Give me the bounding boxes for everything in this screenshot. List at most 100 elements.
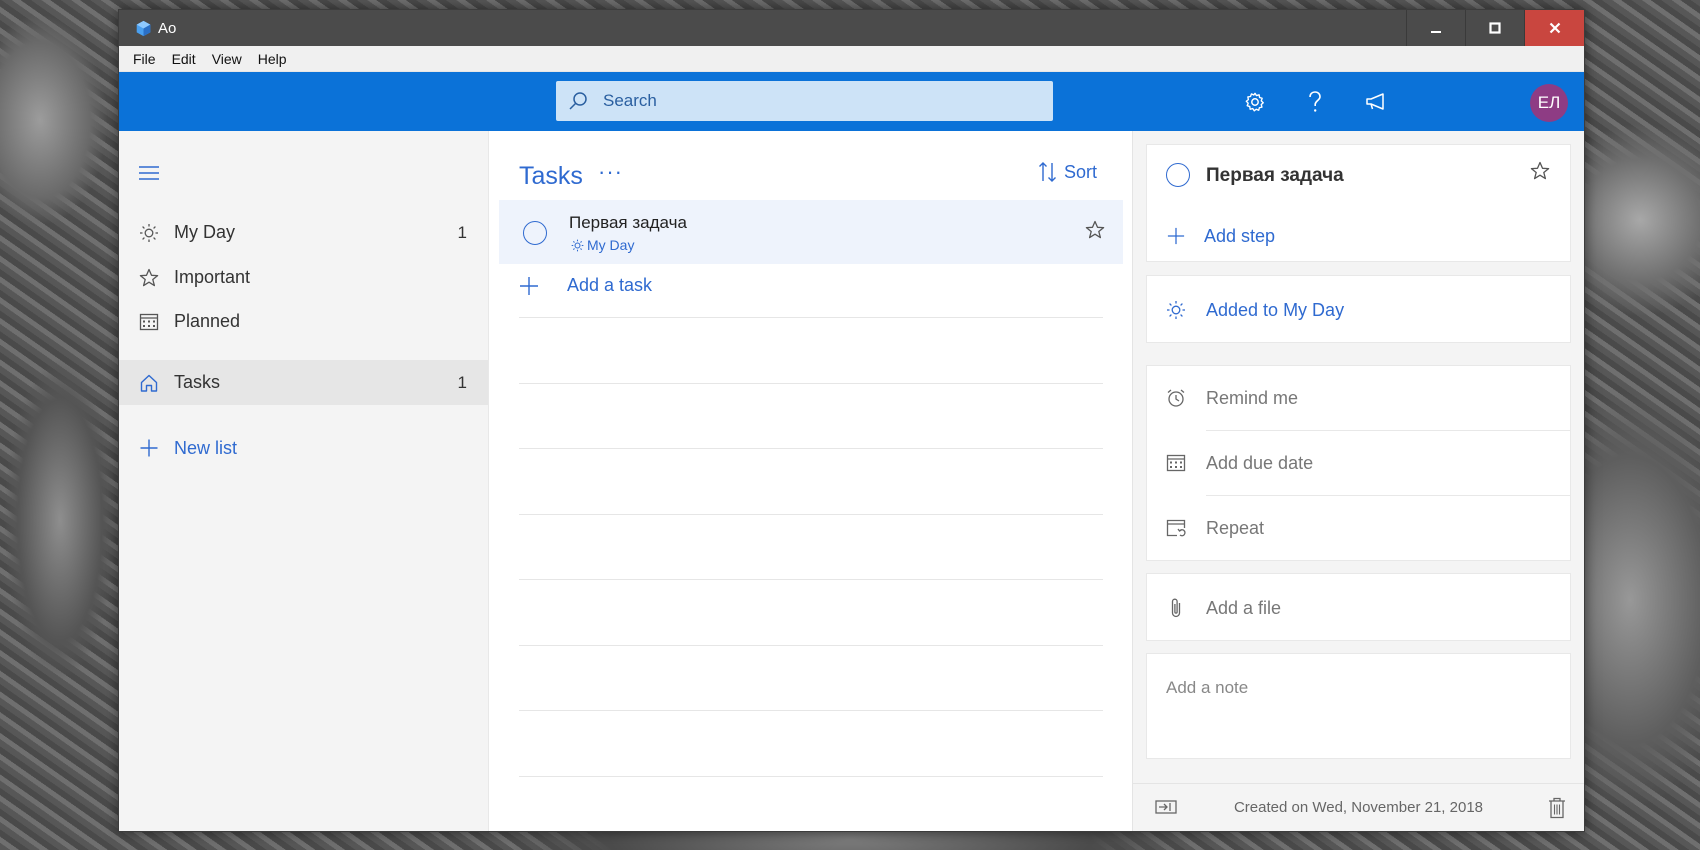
window-title: Ao <box>158 19 177 37</box>
avatar[interactable]: ЕЛ <box>1530 84 1568 122</box>
repeat-label: Repeat <box>1206 517 1265 538</box>
hamburger-menu-icon[interactable] <box>138 165 160 181</box>
new-list-button[interactable]: New list <box>119 428 488 468</box>
star-icon <box>138 267 160 289</box>
plus-icon <box>1165 225 1187 247</box>
help-button[interactable] <box>1302 89 1328 115</box>
list-title: Tasks <box>519 162 583 190</box>
title-bar: Ao <box>119 10 1584 46</box>
task-list-pane: Tasks ··· Sort Первая задача My Day Add … <box>488 131 1132 831</box>
search-icon <box>569 92 587 110</box>
sidebar-item-label: Important <box>174 267 251 287</box>
sidebar-item-label: My Day <box>174 222 236 242</box>
app-header: ЕЛ <box>119 72 1584 131</box>
menu-view[interactable]: View <box>204 51 250 67</box>
add-file-button[interactable]: Add a file <box>1147 576 1570 640</box>
add-step-label: Add step <box>1204 225 1276 246</box>
sidebar-item-count: 1 <box>457 372 467 392</box>
task-detail-pane: Первая задача Add step Added to My Day R… <box>1132 131 1584 831</box>
remind-me-button[interactable]: Remind me <box>1147 366 1570 430</box>
remind-me-label: Remind me <box>1206 387 1299 408</box>
my-day-card: Added to My Day <box>1146 275 1571 343</box>
sort-button[interactable]: Sort <box>1038 161 1097 183</box>
sort-icon <box>1038 162 1056 182</box>
sidebar-item-tasks[interactable]: Tasks 1 <box>119 360 488 405</box>
search-input[interactable] <box>603 91 1023 111</box>
add-due-date-button[interactable]: Add due date <box>1147 431 1570 495</box>
star-icon[interactable] <box>1085 220 1105 240</box>
question-icon <box>1309 91 1321 112</box>
reminders-card: Remind me Add due date Repeat <box>1146 365 1571 561</box>
menu-edit[interactable]: Edit <box>164 51 204 67</box>
add-task-label: Add a task <box>567 275 653 295</box>
list-divider <box>519 317 1103 318</box>
menu-bar: File Edit View Help <box>119 46 1584 72</box>
file-card: Add a file <box>1146 573 1571 641</box>
list-divider <box>519 448 1103 449</box>
paperclip-icon <box>1165 597 1187 619</box>
task-detail-card: Первая задача Add step <box>1146 144 1571 262</box>
list-options-button[interactable]: ··· <box>598 159 623 185</box>
repeat-calendar-icon <box>1165 517 1187 539</box>
sun-icon <box>571 239 584 251</box>
star-icon[interactable] <box>1530 161 1550 181</box>
app-logo-icon <box>136 20 151 36</box>
search-box[interactable] <box>556 81 1053 121</box>
list-divider <box>519 645 1103 646</box>
minimize-icon <box>1431 31 1441 33</box>
home-icon <box>138 372 160 394</box>
calendar-icon <box>138 311 160 333</box>
add-step-button[interactable]: Add step <box>1147 216 1570 256</box>
task-title: Первая задача <box>569 213 687 232</box>
trash-icon[interactable] <box>1548 797 1566 819</box>
close-icon <box>1549 22 1560 34</box>
sidebar-item-important[interactable]: Important <box>119 255 488 300</box>
plus-icon <box>138 437 160 459</box>
window-controls <box>1406 10 1584 46</box>
megaphone-icon <box>1366 93 1384 110</box>
add-due-date-label: Add due date <box>1206 452 1314 473</box>
minimize-button[interactable] <box>1406 10 1465 46</box>
task-subtitle-label: My Day <box>587 237 635 253</box>
gear-icon <box>1245 92 1264 112</box>
new-list-label: New list <box>174 437 238 458</box>
task-row[interactable]: Первая задача My Day <box>499 200 1123 264</box>
settings-button[interactable] <box>1242 89 1268 115</box>
list-divider <box>519 579 1103 580</box>
sidebar-item-label: Planned <box>174 311 241 331</box>
repeat-button[interactable]: Repeat <box>1147 496 1570 560</box>
alarm-clock-icon <box>1165 387 1187 409</box>
sun-icon <box>1165 299 1187 321</box>
calendar-icon <box>1165 452 1187 474</box>
sidebar: My Day 1 Important Planned Tasks 1 New l… <box>119 131 488 831</box>
task-subtitle: My Day <box>571 237 634 253</box>
list-divider <box>519 710 1103 711</box>
task-detail-title[interactable]: Первая задача <box>1206 165 1344 187</box>
list-divider <box>519 776 1103 777</box>
list-divider <box>519 514 1103 515</box>
add-task-button[interactable]: Add a task <box>519 275 652 296</box>
close-button[interactable] <box>1524 10 1584 46</box>
feedback-button[interactable] <box>1363 89 1389 115</box>
sun-icon <box>138 222 160 244</box>
add-file-label: Add a file <box>1206 597 1282 618</box>
sidebar-item-my-day[interactable]: My Day 1 <box>119 210 488 255</box>
sidebar-item-label: Tasks <box>174 372 221 392</box>
added-to-my-day-label: Added to My Day <box>1206 299 1345 320</box>
menu-file[interactable]: File <box>125 51 164 67</box>
added-to-my-day-button[interactable]: Added to My Day <box>1147 278 1570 342</box>
task-complete-checkbox[interactable] <box>1166 163 1190 187</box>
plus-icon <box>520 276 538 295</box>
detail-footer: Created on Wed, November 21, 2018 <box>1133 783 1584 831</box>
maximize-icon <box>1489 22 1501 34</box>
task-complete-checkbox[interactable] <box>523 221 547 245</box>
sort-label: Sort <box>1063 161 1097 182</box>
created-date: Created on Wed, November 21, 2018 <box>1233 799 1484 816</box>
sidebar-item-planned[interactable]: Planned <box>119 299 488 344</box>
sidebar-item-count: 1 <box>457 222 467 242</box>
list-divider <box>519 383 1103 384</box>
note-input[interactable]: Add a note <box>1166 678 1248 698</box>
maximize-button[interactable] <box>1465 10 1524 46</box>
menu-help[interactable]: Help <box>250 51 295 67</box>
note-card[interactable]: Add a note <box>1146 653 1571 759</box>
